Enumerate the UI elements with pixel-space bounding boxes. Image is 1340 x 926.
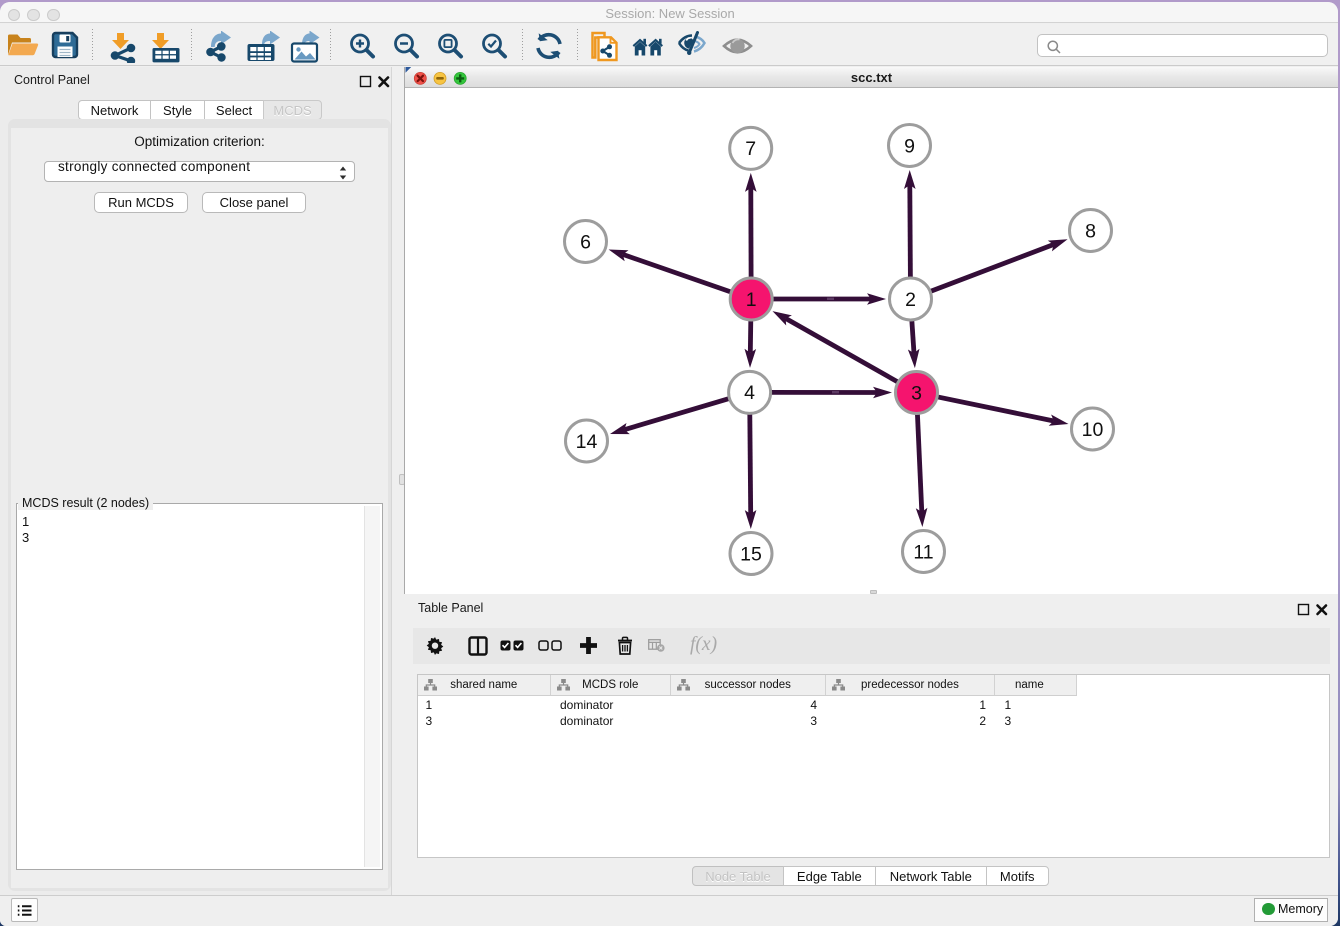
svg-text:11: 11 [913,541,933,563]
svg-text:10: 10 [1082,419,1104,441]
svg-text:4: 4 [744,382,755,404]
svg-text:3: 3 [911,382,922,404]
svg-text:14: 14 [576,431,598,453]
svg-text:7: 7 [745,138,756,160]
svg-text:8: 8 [1085,220,1096,242]
svg-text:9: 9 [904,135,915,157]
svg-text:15: 15 [740,543,762,565]
svg-text:6: 6 [580,231,591,253]
svg-text:2: 2 [905,289,916,311]
svg-text:1: 1 [746,289,757,311]
